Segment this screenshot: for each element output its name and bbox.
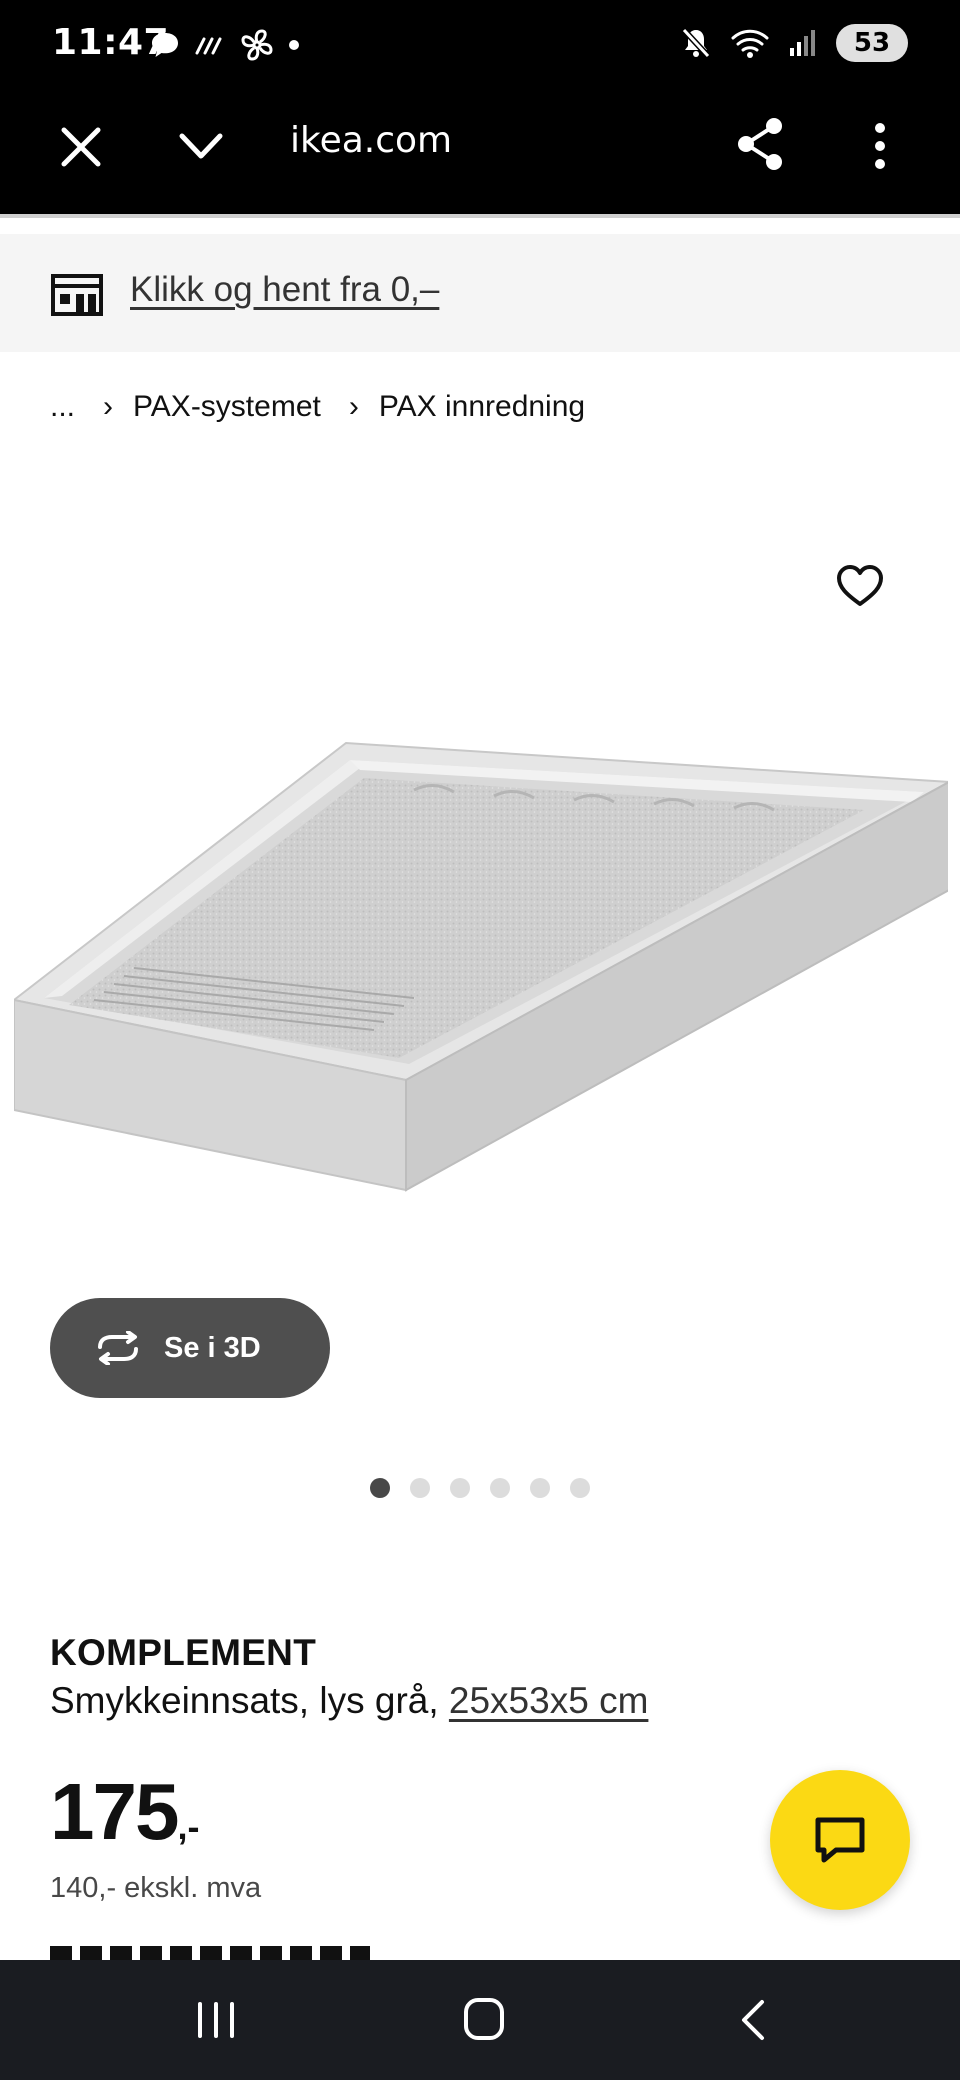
signal-wave-icon (195, 37, 222, 55)
view-3d-button[interactable]: Se i 3D (50, 1298, 330, 1398)
browser-toolbar: ikea.com (0, 90, 960, 216)
close-icon[interactable] (58, 124, 104, 170)
status-bar: 11:47 53 (0, 0, 960, 90)
product-dimensions-link[interactable]: 25x53x5 cm (449, 1680, 649, 1721)
breadcrumb-item[interactable]: PAX-systemet (133, 390, 321, 424)
carousel-dots (370, 1478, 590, 1498)
rating-row-partial (50, 1946, 370, 1960)
banner-link[interactable]: Klikk og hent fra 0,– (130, 270, 439, 310)
dot-icon (289, 40, 299, 50)
carousel-dot[interactable] (410, 1478, 430, 1498)
heart-icon[interactable] (836, 564, 884, 608)
back-icon[interactable] (738, 1998, 768, 2042)
share-icon[interactable] (734, 116, 786, 172)
chat-icon (815, 1817, 865, 1863)
breadcrumb-item[interactable]: PAX innredning (379, 390, 585, 424)
battery-indicator: 53 (836, 24, 908, 62)
carousel-dot[interactable] (530, 1478, 550, 1498)
chat-button[interactable] (770, 1770, 910, 1910)
product-description-text: Smykkeinnsats, lys grå, (50, 1680, 449, 1721)
chevron-right-icon: › (348, 390, 359, 423)
price-main: 175 (50, 1767, 179, 1856)
status-right-icons: 53 (680, 24, 908, 62)
mute-icon (681, 27, 711, 59)
recent-apps-icon[interactable] (194, 1998, 238, 2042)
cellular-signal-icon (790, 30, 815, 56)
wifi-icon (731, 29, 769, 58)
chevron-down-icon[interactable] (176, 126, 226, 166)
rotate-3d-icon (98, 1331, 138, 1365)
product-description: Smykkeinnsats, lys grå, 25x53x5 cm (50, 1680, 648, 1722)
click-collect-banner[interactable]: Klikk og hent fra 0,– (0, 234, 960, 352)
store-icon (51, 274, 103, 316)
price-excl-vat: 140,- ekskl. mva (50, 1872, 262, 1904)
carousel-dot[interactable] (450, 1478, 470, 1498)
chevron-right-icon: › (103, 390, 114, 423)
page-load-divider (0, 214, 960, 218)
status-left-icons (150, 28, 300, 62)
carousel-dot[interactable] (490, 1478, 510, 1498)
url-display[interactable]: ikea.com (290, 120, 452, 161)
view-3d-label: Se i 3D (164, 1331, 261, 1364)
price-suffix: ,- (177, 1806, 200, 1847)
carousel-dot-active[interactable] (370, 1478, 390, 1498)
home-icon[interactable] (462, 1996, 506, 2042)
fan-icon (241, 29, 273, 61)
breadcrumb: ... › PAX-systemet › PAX innredning (50, 390, 585, 424)
more-options-icon[interactable] (862, 120, 898, 172)
breadcrumb-ellipsis[interactable]: ... (50, 390, 75, 424)
product-price: 175,- (50, 1766, 199, 1858)
product-name: KOMPLEMENT (50, 1632, 317, 1673)
chat-bubble-icon (152, 33, 178, 57)
carousel-dot[interactable] (570, 1478, 590, 1498)
system-nav-bar (0, 1960, 960, 2080)
product-image[interactable] (14, 730, 948, 1200)
